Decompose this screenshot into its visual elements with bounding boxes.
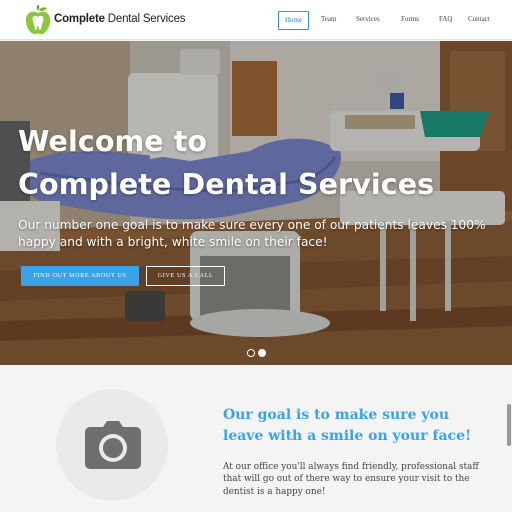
site-header: Complete Dental Services Home Team Servi… — [0, 0, 512, 40]
nav-contact[interactable]: Contact — [468, 11, 490, 30]
apple-tooth-logo-icon[interactable] — [25, 5, 51, 35]
goal-section: Our goal is to make sure you leave with … — [0, 365, 512, 512]
hero-text: Our number one goal is to make sure ever… — [18, 218, 486, 249]
hero-title-line1: Welcome to — [18, 125, 208, 158]
nav-home[interactable]: Home — [278, 11, 310, 30]
hero-title: Welcome to Complete Dental Services — [18, 120, 458, 206]
nav-team[interactable]: Team — [321, 11, 336, 30]
give-us-a-call-button[interactable]: GIVE US A CALL — [146, 266, 225, 286]
camera-icon — [85, 421, 141, 469]
goal-text: At our office you'll always find friendl… — [223, 462, 479, 497]
hero-title-line2: Complete Dental Services — [18, 168, 435, 201]
slider-dot-1[interactable] — [247, 349, 255, 357]
nav-faq[interactable]: FAQ — [439, 11, 452, 30]
nav-forms[interactable]: Forms — [401, 11, 419, 30]
slider-dots — [247, 349, 267, 358]
page-scrollbar[interactable] — [507, 404, 511, 446]
hero-slider: Welcome to Complete Dental Services Our … — [0, 41, 512, 365]
find-out-more-button[interactable]: FIND OUT MORE ABOUT US — [21, 266, 139, 286]
brand-name[interactable]: Complete Dental Services — [54, 13, 186, 25]
brand-name-rest: Dental Services — [104, 13, 186, 25]
photo-placeholder — [56, 389, 168, 501]
nav-services[interactable]: Services — [356, 11, 380, 30]
slider-dot-2[interactable] — [258, 349, 266, 357]
goal-title: Our goal is to make sure you leave with … — [223, 407, 472, 444]
brand-name-bold: Complete — [54, 13, 105, 25]
